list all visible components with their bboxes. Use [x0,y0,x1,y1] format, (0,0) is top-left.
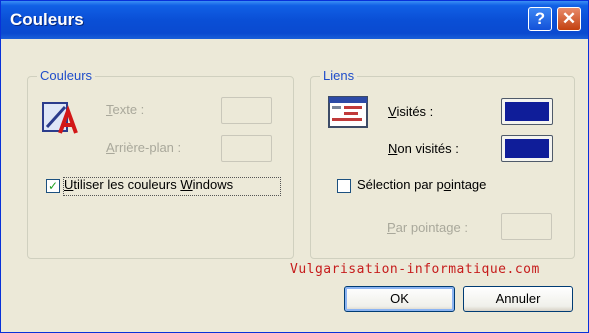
window-title: Couleurs [10,10,84,29]
close-button[interactable]: ✕ [557,7,581,31]
webpage-links-icon [328,96,368,128]
unvisited-color-button[interactable] [501,135,553,162]
colors-dialog: Couleurs ? ✕ Couleurs Texte : Arrière-pl… [0,0,589,333]
colors-groupbox: Couleurs Texte : Arrière-plan : ✓ Utilis… [27,68,294,259]
background-color-label: Arrière-plan : [106,140,182,155]
hover-selection-checkbox[interactable] [337,179,351,193]
links-groupbox: Liens Visités : Non visités : Sélection … [310,68,575,259]
cancel-button[interactable]: Annuler [463,286,573,312]
links-group-legend: Liens [320,68,358,83]
ok-button[interactable]: OK [344,286,455,312]
windows-colors-label[interactable]: Utiliser les couleurs Windows [64,177,233,192]
colors-group-legend: Couleurs [37,68,96,83]
windows-colors-checkbox[interactable]: ✓ [46,179,60,193]
help-icon: ? [534,9,546,28]
visited-color-button[interactable] [501,98,553,125]
help-button[interactable]: ? [528,7,552,31]
background-color-button[interactable] [221,135,272,162]
title-bar[interactable]: Couleurs ? ✕ [1,1,588,39]
unvisited-label: Non visités : [388,141,459,156]
text-palette-icon [42,102,78,134]
hover-color-label: Par pointage : [387,220,468,235]
text-color-button[interactable] [221,97,272,124]
checkmark-icon: ✓ [47,179,59,193]
close-icon: ✕ [561,9,577,28]
text-color-label: Texte : [106,102,145,117]
hover-color-button[interactable] [501,213,552,240]
hover-selection-label[interactable]: Sélection par pointage [357,177,486,192]
watermark-text: Vulgarisation-informatique.com [290,262,540,277]
visited-label: Visités : [388,104,434,119]
